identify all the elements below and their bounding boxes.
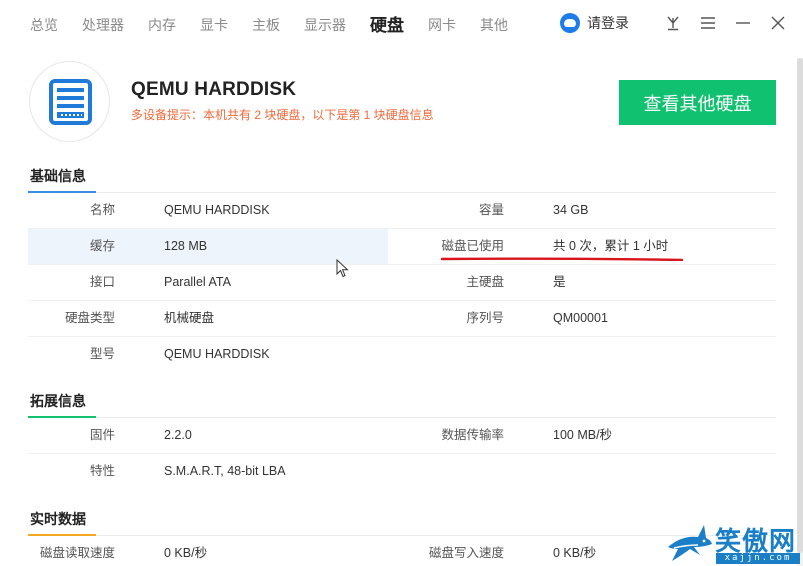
section-title-extended: 拓展信息: [30, 393, 86, 409]
vertical-scrollbar[interactable]: [797, 58, 803, 566]
minimize-icon: [736, 22, 750, 24]
info-value: 是: [553, 275, 566, 289]
section-title-realtime: 实时数据: [30, 511, 86, 527]
login-label: 请登录: [587, 15, 629, 31]
annotation-red-underline: [441, 257, 683, 261]
info-label: 主硬盘: [466, 275, 504, 289]
scrollbar-thumb[interactable]: [797, 58, 803, 553]
login-button[interactable]: 请登录: [560, 13, 629, 33]
tab-network[interactable]: 网卡: [428, 15, 456, 35]
multi-device-tip: 多设备提示：本机共有 2 块硬盘，以下是第 1 块硬盘信息: [131, 108, 434, 122]
info-label: 序列号: [466, 311, 504, 325]
info-label: 磁盘写入速度: [428, 546, 504, 560]
tab-motherboard[interactable]: 主板: [252, 15, 280, 35]
info-value: Parallel ATA: [164, 275, 231, 289]
info-value: 34 GB: [553, 203, 589, 217]
info-label: 磁盘读取速度: [39, 546, 115, 560]
menu-button[interactable]: [697, 12, 719, 34]
table-row: 特性 S.M.A.R.T, 48-bit LBA: [28, 454, 776, 489]
info-label: 硬盘类型: [64, 311, 115, 325]
info-label: 固件: [89, 428, 115, 442]
tab-overview[interactable]: 总览: [30, 15, 58, 35]
main-nav: 总览 处理器 内存 显卡 主板 显示器 硬盘 网卡 其他: [30, 13, 532, 36]
info-label: 接口: [89, 275, 115, 289]
harddisk-avatar: [29, 61, 110, 142]
table-row: 名称 QEMU HARDDISK 容量 34 GB: [28, 193, 776, 228]
tab-memory[interactable]: 内存: [148, 15, 176, 35]
view-other-disks-button[interactable]: 查看其他硬盘: [619, 80, 776, 125]
table-row: 接口 Parallel ATA 主硬盘 是: [28, 265, 776, 300]
info-value: 机械硬盘: [164, 311, 215, 325]
info-label: 名称: [89, 203, 115, 217]
site-watermark: 笑傲网 xajjn.com: [662, 520, 803, 566]
disk-name-title: QEMU HARDDISK: [131, 79, 297, 100]
tab-other[interactable]: 其他: [480, 15, 508, 35]
top-bar: 总览 处理器 内存 显卡 主板 显示器 硬盘 网卡 其他 请登录: [0, 0, 803, 46]
close-button[interactable]: [767, 12, 789, 34]
info-label: 缓存: [89, 239, 115, 253]
info-value: 100 MB/秒: [553, 428, 613, 442]
tab-processor[interactable]: 处理器: [82, 15, 124, 35]
minimize-button[interactable]: [732, 12, 754, 34]
table-row: 硬盘类型 机械硬盘 序列号 QM00001: [28, 301, 776, 336]
harddisk-icon: [49, 79, 92, 125]
download-button[interactable]: [662, 12, 684, 34]
info-label: 容量: [478, 203, 504, 217]
tab-harddisk[interactable]: 硬盘: [370, 11, 404, 36]
watermark-domain: xajjn.com: [716, 553, 800, 564]
table-row: 固件 2.2.0 数据传输率 100 MB/秒: [28, 418, 776, 453]
info-value: QEMU HARDDISK: [164, 347, 270, 361]
info-value: 0 KB/秒: [164, 546, 208, 560]
info-label: 特性: [89, 464, 115, 478]
info-label: 数据传输率: [441, 428, 504, 442]
user-avatar-icon: [560, 13, 580, 33]
tab-monitor[interactable]: 显示器: [304, 15, 346, 35]
hamburger-menu-icon: [701, 17, 715, 29]
close-icon: [771, 16, 785, 30]
shark-logo-icon: [668, 525, 712, 561]
section-title-basic: 基础信息: [30, 168, 86, 184]
info-value: 2.2.0: [164, 428, 192, 442]
info-value: S.M.A.R.T, 48-bit LBA: [164, 464, 286, 478]
info-value: 128 MB: [164, 239, 208, 253]
info-label: 型号: [89, 347, 115, 361]
tab-graphics[interactable]: 显卡: [200, 15, 228, 35]
download-icon: [667, 16, 679, 31]
info-value: QEMU HARDDISK: [164, 203, 270, 217]
info-value: 0 KB/秒: [553, 546, 597, 560]
table-row: 型号 QEMU HARDDISK: [28, 337, 776, 372]
mouse-cursor-icon: [336, 259, 349, 278]
window-tools: 请登录: [560, 12, 789, 34]
info-value: QM00001: [553, 311, 608, 325]
